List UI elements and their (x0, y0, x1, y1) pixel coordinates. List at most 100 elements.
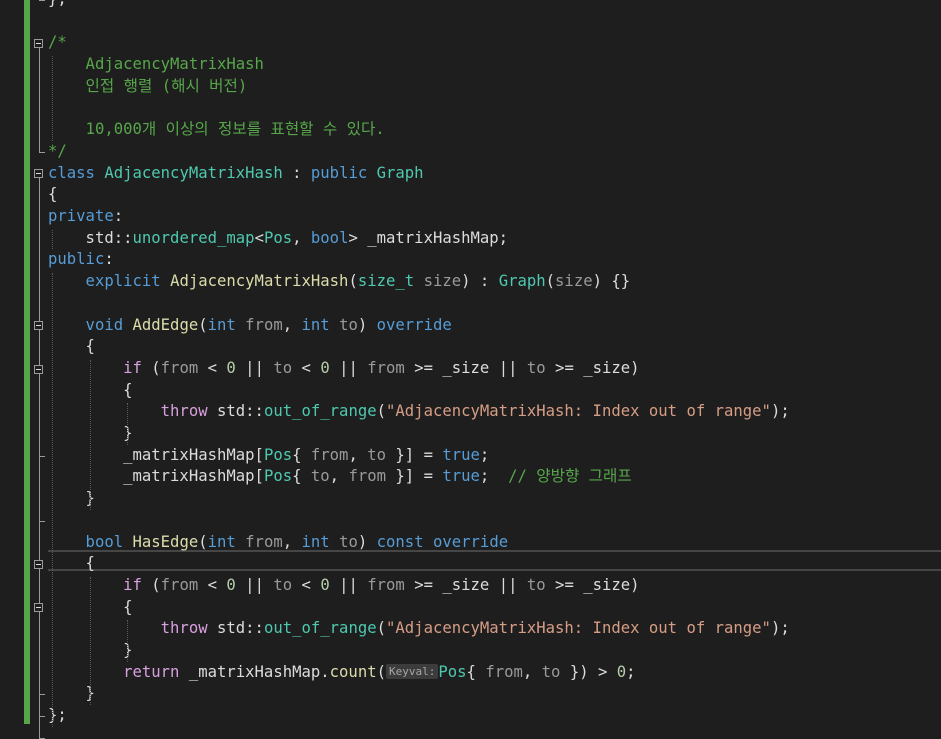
code-token: 10,000개 이상의 정보를 표현할 수 있다. (48, 120, 385, 139)
code-token: ) {} (592, 272, 631, 291)
code-token: size_t (357, 272, 415, 291)
outline-bracket (39, 373, 40, 456)
code-token: } (48, 489, 95, 508)
code-line[interactable]: } (48, 488, 95, 510)
code-token: >= _size || (404, 358, 527, 377)
code-line[interactable]: { (48, 336, 95, 358)
indent-guide (52, 273, 53, 727)
code-token: || (329, 575, 368, 594)
code-line[interactable]: AdjacencyMatrixHash (48, 54, 264, 76)
code-token: class (48, 163, 105, 182)
collapse-region-icon[interactable] (34, 321, 43, 331)
collapse-region-icon[interactable] (34, 39, 43, 49)
code-token: }; (48, 706, 67, 725)
code-line[interactable]: if (from < 0 || to < 0 || from >= _size … (48, 575, 639, 597)
code-token: ); (770, 402, 790, 421)
code-token: to (329, 532, 358, 551)
code-token: , (522, 662, 542, 681)
code-line[interactable]: /* (48, 32, 67, 54)
code-token: || (235, 575, 274, 594)
code-token: 0 (320, 358, 330, 377)
indent-guide (52, 229, 53, 250)
code-token: > _matrixHashMap; (348, 228, 509, 247)
code-token: ( (376, 662, 386, 681)
code-line[interactable]: 10,000개 이상의 정보를 표현할 수 있다. (48, 119, 385, 141)
code-token: { (48, 554, 95, 573)
code-token: int (207, 532, 236, 551)
collapse-region-icon[interactable] (34, 169, 43, 179)
code-line[interactable]: std::unordered_map<Pos, bool> _matrixHas… (48, 228, 509, 250)
code-token: */ (48, 141, 67, 160)
collapse-region-icon[interactable] (34, 364, 43, 374)
code-token: std (217, 402, 246, 421)
code-token: }) > (560, 662, 617, 681)
code-token: >= _size) (545, 358, 640, 377)
code-token: { (48, 337, 95, 356)
code-token: if (48, 575, 152, 594)
code-line[interactable]: _matrixHashMap[Pos{ to, from }] = true; … (48, 466, 632, 488)
code-line[interactable]: throw std::out_of_range("AdjacencyMatrix… (48, 401, 790, 423)
code-line[interactable]: }; (48, 705, 67, 727)
code-token: 인접 행렬 (해시 버전) (48, 76, 248, 95)
code-line[interactable]: return _matrixHashMap.count(Keyval: Pos{ … (48, 662, 635, 684)
code-token: return (48, 662, 189, 681)
code-token: override (376, 315, 452, 334)
code-line[interactable]: void AddEdge(int from, int to) override (48, 315, 452, 337)
code-line[interactable]: { (48, 184, 57, 206)
code-token: }; (48, 0, 67, 8)
outline-bracket-end (39, 520, 45, 522)
code-token: unordered_map (132, 228, 255, 247)
code-token: : (282, 163, 311, 182)
code-line[interactable]: } (48, 683, 95, 705)
code-token: { (292, 445, 311, 464)
code-token: out_of_range (263, 619, 377, 638)
code-editor[interactable]: }; /* AdjacencyMatrixHash 인접 행렬 (해시 버전) 1… (0, 0, 941, 739)
code-token: count (329, 662, 377, 681)
code-token: from (160, 575, 199, 594)
code-token: public (48, 250, 105, 269)
code-token: private (48, 207, 114, 225)
code-token: to (526, 358, 546, 377)
code-line[interactable]: explicit AdjacencyMatrixHash(size_t size… (48, 271, 631, 293)
code-token: _matrixHashMap[ (48, 445, 264, 464)
code-token: AddEdge (132, 315, 199, 334)
code-token: :: (245, 619, 264, 638)
indent-guide (52, 56, 53, 141)
code-line[interactable]: }; (48, 0, 67, 11)
code-token: 0 (226, 575, 236, 594)
code-line[interactable]: 인접 행렬 (해시 버전) (48, 76, 248, 98)
code-line[interactable]: _matrixHashMap[Pos{ from, to }] = true; (48, 445, 489, 467)
code-token: bool (48, 532, 133, 551)
code-token: to (310, 467, 330, 486)
code-line[interactable]: bool HasEdge(int from, int to) const ove… (48, 532, 509, 554)
code-token: public (310, 163, 377, 182)
code-token: size (555, 272, 593, 291)
code-token: to (526, 575, 546, 594)
code-line[interactable]: private: (48, 206, 123, 228)
code-line[interactable]: class AdjacencyMatrixHash : public Graph (48, 163, 424, 185)
code-line[interactable]: */ (48, 141, 67, 163)
code-token: to (329, 315, 358, 334)
code-token: ); (770, 619, 790, 638)
code-token: to (367, 445, 387, 464)
code-token: ) (357, 315, 377, 334)
code-line[interactable]: if (from < 0 || to < 0 || from >= _size … (48, 358, 640, 380)
code-token: Pos (438, 662, 467, 681)
code-token: std (217, 619, 246, 638)
code-token: , (348, 445, 368, 464)
inline-parameter-hint: Keyval: (386, 663, 439, 679)
collapse-region-icon[interactable] (34, 603, 43, 613)
code-token: "AdjacencyMatrixHash: Index out of range… (386, 619, 771, 638)
code-line[interactable]: { (48, 553, 95, 575)
code-line[interactable]: public: (48, 249, 114, 271)
code-token: ( (545, 272, 556, 291)
code-line[interactable]: throw std::out_of_range("AdjacencyMatrix… (48, 618, 790, 640)
collapse-region-icon[interactable] (34, 560, 43, 570)
indent-guide (127, 403, 129, 445)
code-token: Graph (498, 272, 546, 291)
code-token: int (207, 315, 236, 334)
code-token: { (292, 467, 311, 486)
code-token: ) (357, 532, 377, 551)
code-token: from (367, 358, 405, 377)
code-token: :: (113, 228, 133, 247)
